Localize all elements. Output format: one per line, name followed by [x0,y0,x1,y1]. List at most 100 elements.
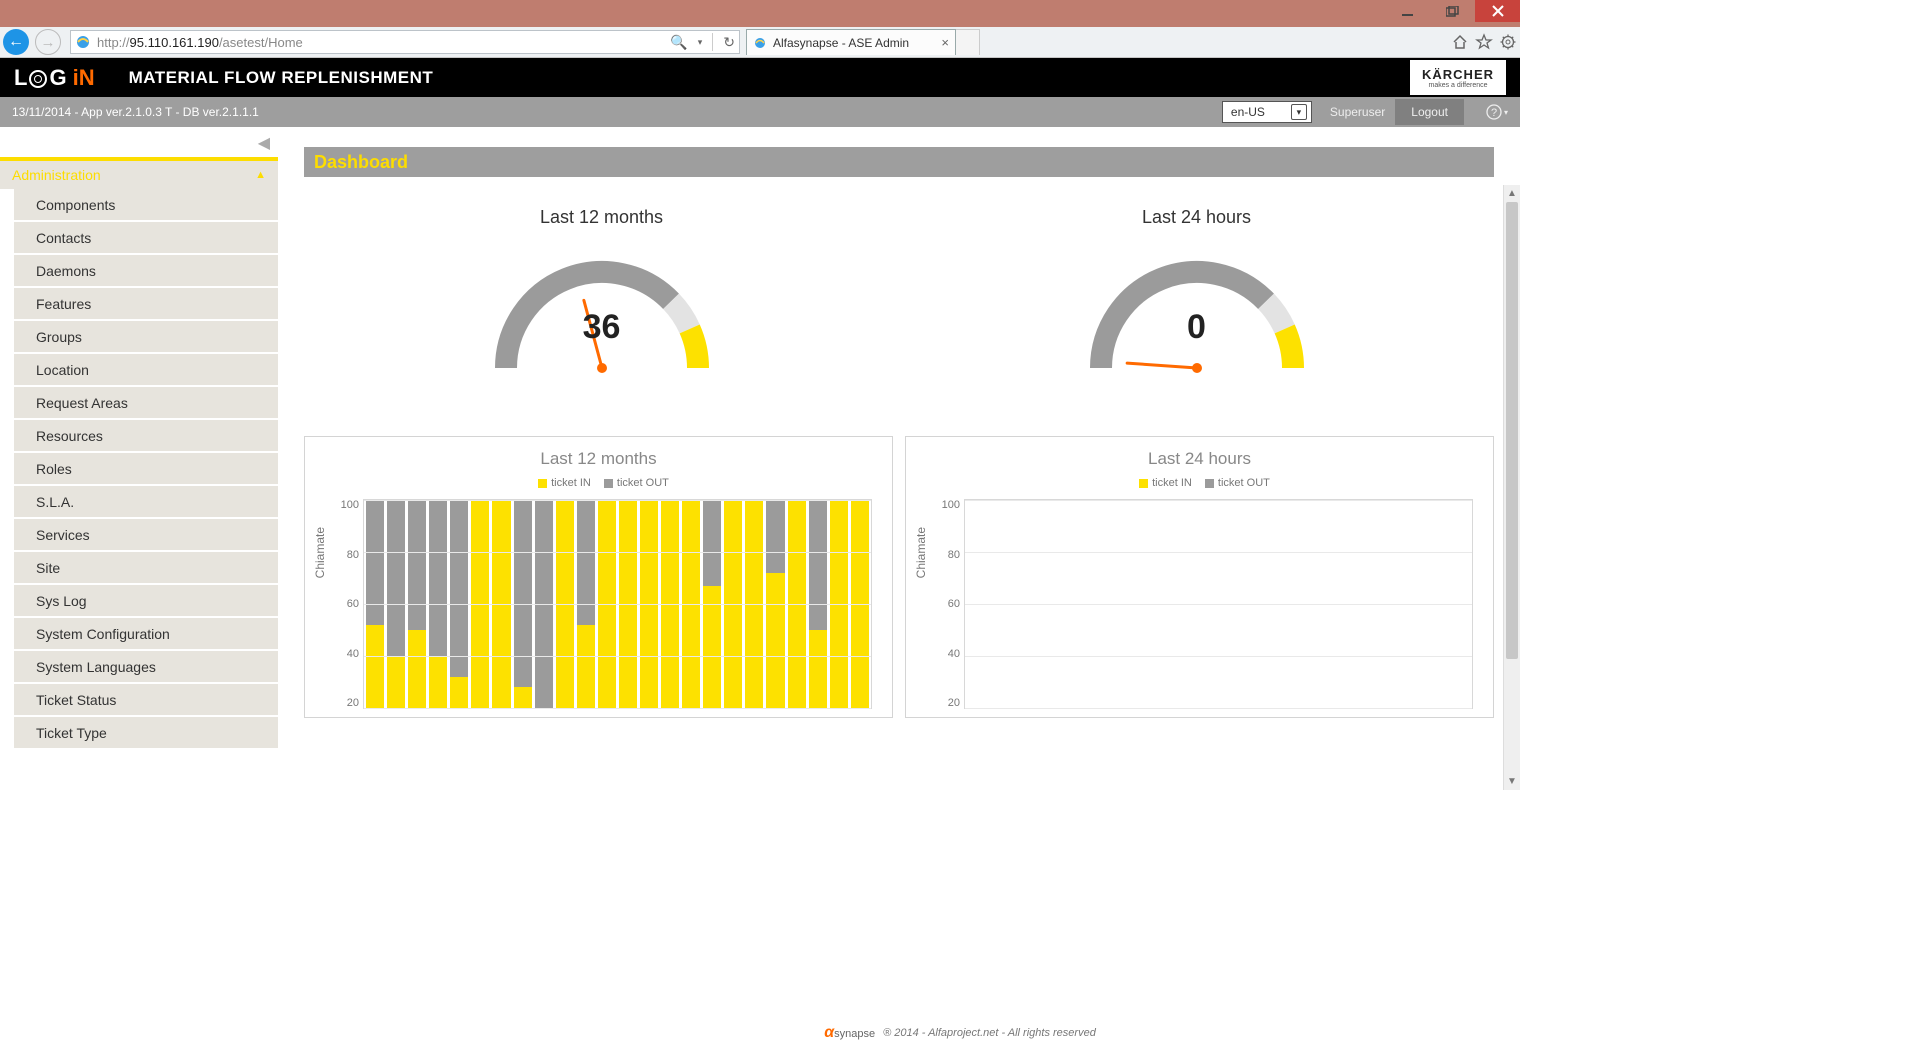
ytick: 80 [347,549,359,561]
sidebar-header-label: Administration [12,167,101,183]
chevron-down-icon: ▾ [1291,104,1307,120]
locale-select[interactable]: en-US ▾ [1222,101,1312,123]
legend-label: ticket IN [1152,477,1192,489]
sidebar-item-ticket-type[interactable]: Ticket Type [14,717,278,750]
app-logo: LGiN [14,65,95,91]
page-title: Dashboard [304,147,1494,177]
chart-title: Last 24 hours [920,449,1479,469]
home-icon[interactable] [1448,30,1472,54]
legend-label: ticket OUT [617,477,669,489]
window-minimize-button[interactable] [1385,0,1430,22]
brand-badge: KÄRCHER makes a difference [1410,60,1506,95]
sidebar-item-sys-log[interactable]: Sys Log [14,585,278,618]
sidebar-item-system-configuration[interactable]: System Configuration [14,618,278,651]
ytick: 60 [948,598,960,610]
sidebar-item-groups[interactable]: Groups [14,321,278,354]
legend-swatch-in [1139,479,1148,488]
sidebar-item-system-languages[interactable]: System Languages [14,651,278,684]
locale-value: en-US [1231,105,1265,119]
chart-legend: ticket IN ticket OUT [920,477,1479,489]
browser-forward-button[interactable]: → [32,27,64,57]
brand-name: KÄRCHER [1422,67,1494,82]
window-maximize-button[interactable] [1430,0,1475,22]
chevron-up-icon: ▲ [255,169,266,181]
version-status: 13/11/2014 - App ver.2.1.0.3 T - DB ver.… [12,105,259,119]
ie-icon [753,36,767,50]
main-content: Dashboard Last 12 months 36 Last 24 hours 0… [278,127,1520,792]
window-titlebar [0,0,1520,27]
y-axis-label: Chiamate [313,527,327,578]
ytick: 40 [347,648,359,660]
gauge-title: Last 12 months [392,207,812,228]
ytick: 20 [948,697,960,709]
browser-tab[interactable]: Alfasynapse - ASE Admin × [746,29,956,55]
close-tab-icon[interactable]: × [941,35,949,50]
legend-swatch-out [604,479,613,488]
sidebar-item-services[interactable]: Services [14,519,278,552]
ytick: 60 [347,598,359,610]
logo-text: L [14,65,27,91]
browser-back-button[interactable]: ← [0,27,32,57]
sidebar-item-s-l-a-[interactable]: S.L.A. [14,486,278,519]
sidebar-item-components[interactable]: Components [14,189,278,222]
chart-last-12-months: Last 12 months ticket IN ticket OUT Chia… [304,436,893,718]
brand-slogan: makes a difference [1428,82,1487,89]
sidebar-section-administration[interactable]: Administration ▲ [0,157,278,189]
gauge-title: Last 24 hours [987,207,1407,228]
ytick: 100 [942,499,960,511]
legend-label: ticket IN [551,477,591,489]
sidebar-item-site[interactable]: Site [14,552,278,585]
chart-title: Last 12 months [319,449,878,469]
ytick: 80 [948,549,960,561]
browser-chrome: ← → http://95.110.161.190/asetest/Home 🔍… [0,27,1520,58]
sidebar: ◀ Administration ▲ ComponentsContactsDae… [0,127,278,792]
favorites-icon[interactable] [1472,30,1496,54]
app-title: MATERIAL FLOW REPLENISHMENT [129,68,434,88]
footer: αsynapse ® 2014 - Alfaproject.net - All … [64,1020,1856,1044]
new-tab-button[interactable] [956,29,980,55]
url-bar[interactable]: http://95.110.161.190/asetest/Home 🔍▾ ↻ [70,30,740,54]
scroll-up-icon[interactable]: ▲ [1504,185,1520,202]
y-axis-label: Chiamate [914,527,928,578]
logo-text: G [49,65,66,91]
ie-icon [75,34,91,50]
sidebar-item-resources[interactable]: Resources [14,420,278,453]
sidebar-item-features[interactable]: Features [14,288,278,321]
sidebar-item-ticket-status[interactable]: Ticket Status [14,684,278,717]
legend-swatch-in [538,479,547,488]
chart-last-24-hours: Last 24 hours ticket IN ticket OUT Chiam… [905,436,1494,718]
window-close-button[interactable] [1475,0,1520,22]
gauge-1: Last 24 hours 0 [987,207,1407,380]
url-controls: 🔍▾ ↻ [670,33,735,51]
scrollbar-thumb[interactable] [1506,202,1518,659]
ytick: 20 [347,697,359,709]
legend-label: ticket OUT [1218,477,1270,489]
sidebar-collapse-icon[interactable]: ◀ [0,133,278,157]
footer-brand: αsynapse [824,1024,875,1042]
logout-button[interactable]: Logout [1395,99,1464,125]
help-icon[interactable]: ?▾ [1486,104,1508,120]
sidebar-item-daemons[interactable]: Daemons [14,255,278,288]
sidebar-item-roles[interactable]: Roles [14,453,278,486]
ytick: 40 [948,648,960,660]
legend-swatch-out [1205,479,1214,488]
status-bar: 13/11/2014 - App ver.2.1.0.3 T - DB ver.… [0,97,1520,127]
chart-legend: ticket IN ticket OUT [319,477,878,489]
user-label[interactable]: Superuser [1330,105,1385,119]
search-icon[interactable]: 🔍 [670,34,687,51]
gauge-value: 0 [1082,308,1312,347]
footer-text: ® 2014 - Alfaproject.net - All rights re… [883,1027,1096,1039]
ytick: 100 [341,499,359,511]
gauge-value: 36 [487,308,717,347]
refresh-icon[interactable]: ↻ [723,34,735,51]
gauge-0: Last 12 months 36 [392,207,812,380]
logo-in: iN [73,65,95,91]
sidebar-item-contacts[interactable]: Contacts [14,222,278,255]
sidebar-item-request-areas[interactable]: Request Areas [14,387,278,420]
vertical-scrollbar[interactable]: ▲ ▼ [1503,185,1520,790]
url-text: http://95.110.161.190/asetest/Home [97,35,664,50]
sidebar-item-location[interactable]: Location [14,354,278,387]
tools-icon[interactable] [1496,30,1520,54]
scroll-down-icon[interactable]: ▼ [1504,773,1520,790]
tab-title: Alfasynapse - ASE Admin [773,36,909,50]
